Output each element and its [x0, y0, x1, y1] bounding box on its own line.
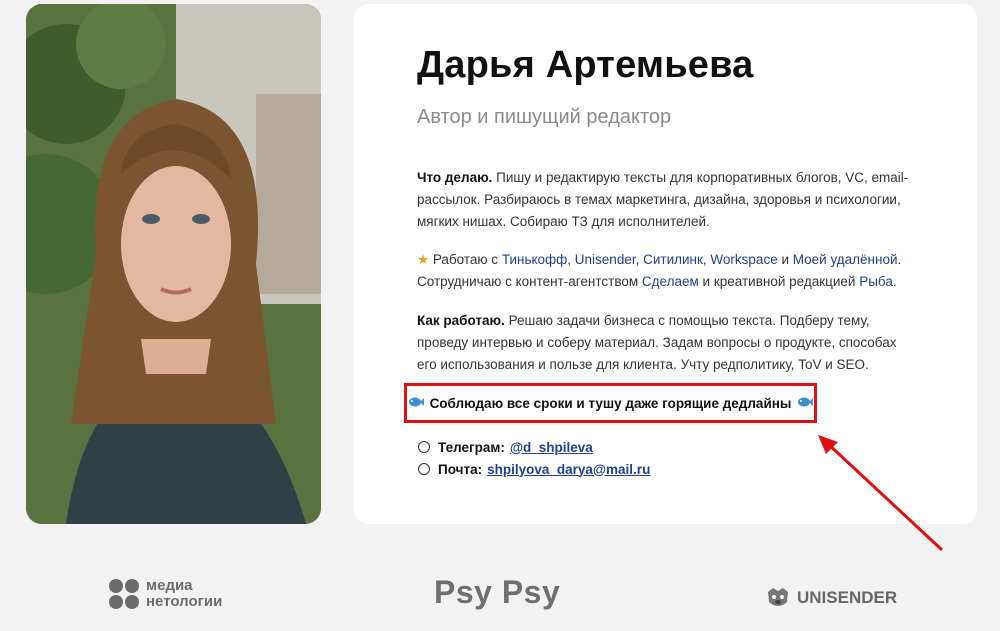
- company-link-unisender[interactable]: Unisender: [575, 252, 636, 267]
- about-what-title: Что делаю.: [417, 170, 493, 185]
- radio-icon: [418, 441, 430, 453]
- about-how-paragraph: Как работаю. Решаю задачи бизнеса с помо…: [417, 310, 917, 376]
- netology-logo-icon: [109, 579, 139, 609]
- contacts-list: Телеграм: @d_shpileva Почта: shpilyova_d…: [418, 436, 650, 480]
- company-link-tinkoff[interactable]: Тинькофф: [502, 252, 567, 267]
- arrow-icon: [818, 435, 944, 552]
- separator: .: [892, 274, 897, 289]
- email-label: Почта:: [438, 461, 483, 477]
- deadline-text: Соблюдаю все сроки и тушу даже горящие д…: [429, 395, 792, 411]
- separator: ,: [635, 252, 644, 267]
- company-link-citilink[interactable]: Ситилинк: [643, 252, 703, 267]
- about-what-paragraph: Что делаю. Пишу и редактирую тексты для …: [417, 167, 917, 233]
- profile-photo: [26, 4, 321, 524]
- logo-media-netologii: медиа нетологии: [108, 578, 222, 610]
- media-logo-line2: нетологии: [146, 593, 223, 610]
- separator: и: [777, 252, 793, 267]
- portrait-illustration: [26, 4, 321, 524]
- telegram-link[interactable]: @d_shpileva: [510, 440, 593, 455]
- separator: ,: [567, 252, 575, 267]
- fish-icon: [408, 395, 424, 412]
- logo-unisender: UNISENDER: [765, 586, 897, 610]
- editorial-link[interactable]: Рыба: [859, 274, 893, 289]
- separator: .: [897, 252, 902, 267]
- about-how-title: Как работаю.: [417, 313, 505, 328]
- agency-link[interactable]: Сделаем: [642, 274, 699, 289]
- client-logos: медиа нетологии Psy Psy UNISENDER: [0, 570, 1000, 620]
- collab-prefix: Сотрудничаю с контент-агентством: [417, 274, 642, 289]
- company-link-moya-udalennaya[interactable]: Моей удалённой: [793, 252, 898, 267]
- telegram-label: Телеграм:: [438, 439, 505, 455]
- contact-email: Почта: shpilyova_darya@mail.ru: [418, 458, 650, 480]
- dog-icon: [768, 588, 788, 606]
- deadline-highlight-box: Соблюдаю все сроки и тушу даже горящие д…: [404, 383, 817, 423]
- collab-mid: и креативной редакцией: [698, 274, 860, 289]
- profile-name: Дарья Артемьева: [417, 44, 754, 86]
- contact-telegram: Телеграм: @d_shpileva: [418, 436, 650, 458]
- fish-icon: [797, 395, 814, 412]
- radio-icon: [418, 463, 430, 475]
- star-icon: ★: [417, 252, 430, 267]
- unisender-text: UNISENDER: [797, 588, 898, 607]
- company-link-workspace[interactable]: Workspace: [710, 252, 777, 267]
- work-prefix: Работаю с: [432, 252, 502, 267]
- logo-psy-psy: Psy Psy: [434, 574, 561, 610]
- profile-role: Автор и пишущий редактор: [417, 106, 672, 128]
- about-work-paragraph: ★ Работаю с Тинькофф, Unisender, Ситилин…: [417, 249, 917, 293]
- email-link[interactable]: shpilyova_darya@mail.ru: [487, 462, 650, 477]
- media-logo-line1: медиа: [146, 577, 193, 594]
